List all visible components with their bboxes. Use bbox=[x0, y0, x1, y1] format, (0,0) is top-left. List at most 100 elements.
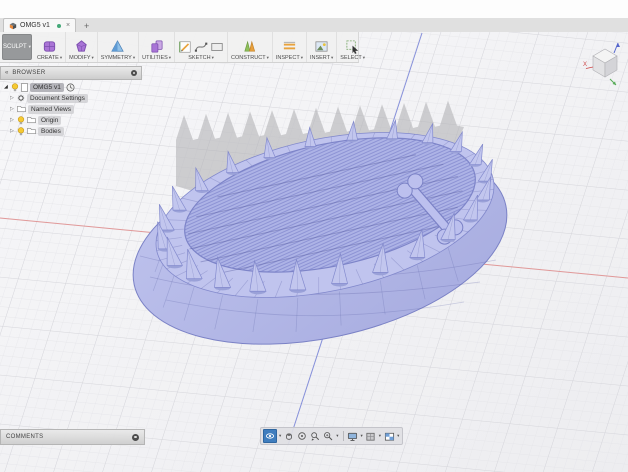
browser-panel: « BROWSER ◢ OMG5 v1 ▷ Document Settings … bbox=[0, 66, 142, 136]
tree-row-root[interactable]: ◢ OMG5 v1 bbox=[4, 82, 142, 92]
chevron-down-icon: ▾ bbox=[266, 55, 269, 60]
x-axis-label: X bbox=[583, 62, 587, 68]
comment-icon[interactable] bbox=[132, 433, 139, 441]
zoom-magnifier-icon bbox=[324, 432, 333, 441]
sketch-rectangle-icon[interactable] bbox=[210, 40, 224, 54]
tab-title: OMG5 v1 bbox=[20, 22, 50, 29]
folder-icon bbox=[17, 105, 26, 113]
pan-hand-icon bbox=[286, 433, 293, 440]
toolbar-group-create[interactable]: CREATE ▾ bbox=[34, 32, 65, 62]
select-cursor-icon[interactable] bbox=[345, 39, 360, 54]
tree-row-document-settings[interactable]: ▷ Document Settings bbox=[10, 93, 142, 103]
tree-item-label[interactable]: Document Settings bbox=[27, 93, 88, 103]
folder-icon bbox=[27, 116, 36, 124]
viewport-canvas[interactable]: SCULPT ▾ CREATE ▾ MODIFY ▾ SYMMETRY ▾ UT… bbox=[0, 32, 628, 472]
chevron-down-icon: ▾ bbox=[362, 55, 365, 60]
insert-image-icon[interactable] bbox=[314, 39, 329, 54]
grid-snaps-button[interactable] bbox=[365, 430, 377, 442]
display-settings-button[interactable] bbox=[347, 430, 359, 442]
disclosure-icon[interactable]: ▷ bbox=[10, 106, 15, 112]
comments-bar[interactable]: COMMENTS bbox=[0, 429, 145, 445]
construct-label: CONSTRUCT bbox=[231, 55, 266, 61]
grid-icon bbox=[366, 432, 375, 441]
utilities-icon[interactable] bbox=[149, 39, 164, 54]
orbit-tool-button[interactable] bbox=[263, 429, 277, 443]
symmetry-cone-icon[interactable] bbox=[110, 39, 125, 54]
chevron-down-icon[interactable]: ▾ bbox=[279, 433, 281, 439]
chevron-down-icon: ▾ bbox=[300, 55, 303, 60]
chevron-down-icon: ▾ bbox=[91, 55, 94, 60]
z-arrowhead bbox=[616, 43, 620, 47]
fusion-window: OMG5 v1 × + SCULPT ▾ CREATE ▾ MODIFY ▾ S… bbox=[0, 0, 628, 472]
toolbar-group-select[interactable]: SELECT ▾ bbox=[336, 32, 368, 62]
tree-row-named-views[interactable]: ▷ Named Views bbox=[10, 104, 142, 114]
modify-label: MODIFY bbox=[69, 55, 91, 61]
browser-tree: ◢ OMG5 v1 ▷ Document Settings ▷ Named Vi… bbox=[0, 80, 142, 136]
toolbar-group-symmetry[interactable]: SYMMETRY ▾ bbox=[96, 32, 138, 62]
symmetry-label: SYMMETRY bbox=[100, 55, 132, 61]
chevron-down-icon[interactable]: ▾ bbox=[336, 433, 338, 439]
pan-tool-button[interactable] bbox=[283, 430, 295, 442]
chevron-down-icon[interactable]: ▾ bbox=[361, 433, 363, 439]
window-titlebar bbox=[0, 0, 628, 18]
browser-title: BROWSER bbox=[12, 70, 46, 76]
disclosure-icon[interactable]: ▷ bbox=[10, 117, 15, 123]
look-at-icon bbox=[298, 432, 307, 440]
tree-item-label[interactable]: Bodies bbox=[38, 126, 64, 136]
document-tabstrip: OMG5 v1 × + bbox=[0, 18, 628, 33]
tree-item-label[interactable]: Named Views bbox=[28, 104, 74, 114]
sculpt-mode-button[interactable]: SCULPT ▾ bbox=[2, 34, 32, 60]
zoom-window-button[interactable] bbox=[309, 430, 321, 442]
tree-item-label[interactable]: Origin bbox=[38, 115, 62, 125]
toolbar-group-inspect[interactable]: INSPECT ▾ bbox=[271, 32, 306, 62]
root-component-label[interactable]: OMG5 v1 bbox=[30, 82, 64, 92]
toolbar-group-utilities[interactable]: UTILITIES ▾ bbox=[138, 32, 174, 62]
zoom-window-icon bbox=[311, 432, 320, 441]
gear-icon bbox=[17, 94, 25, 102]
disclosure-icon[interactable]: ▷ bbox=[10, 128, 15, 134]
history-clock-icon[interactable] bbox=[66, 83, 75, 92]
navigation-bar: ▾ ▾ ▾ ▾ ▾ bbox=[260, 427, 404, 445]
toolbar-group-construct[interactable]: CONSTRUCT ▾ bbox=[227, 32, 272, 62]
zoom-button[interactable] bbox=[322, 430, 334, 442]
document-tab[interactable]: OMG5 v1 × bbox=[3, 18, 77, 32]
toolbar-group-insert[interactable]: INSERT ▾ bbox=[305, 32, 336, 62]
create-box-icon[interactable] bbox=[42, 39, 57, 54]
browser-filter-icon[interactable] bbox=[131, 70, 137, 76]
inspect-label: INSPECT bbox=[275, 55, 300, 61]
sketch-spline-icon[interactable] bbox=[194, 40, 208, 54]
disclosure-icon[interactable]: ▷ bbox=[10, 95, 15, 101]
inspect-measure-icon[interactable] bbox=[282, 39, 297, 54]
fusion-logo-icon bbox=[9, 22, 17, 29]
x-axis-tick bbox=[585, 66, 594, 69]
browser-header: « BROWSER bbox=[0, 66, 142, 80]
toolbar-group-modify[interactable]: MODIFY ▾ bbox=[65, 32, 97, 62]
tree-row-origin[interactable]: ▷ Origin bbox=[10, 115, 142, 125]
new-tab-button[interactable]: + bbox=[84, 21, 89, 31]
modify-gem-icon[interactable] bbox=[74, 39, 89, 54]
visibility-bulb-icon[interactable] bbox=[17, 115, 25, 125]
chevron-down-icon[interactable]: ▾ bbox=[397, 433, 399, 439]
viewcube[interactable]: X bbox=[583, 40, 625, 88]
construct-planes-icon[interactable] bbox=[242, 39, 257, 54]
toolbar-group-sketch[interactable]: SKETCH ▾ bbox=[174, 32, 227, 62]
visibility-bulb-icon[interactable] bbox=[17, 126, 25, 136]
saved-indicator bbox=[56, 23, 61, 28]
main-toolbar: SCULPT ▾ CREATE ▾ MODIFY ▾ SYMMETRY ▾ UT… bbox=[0, 32, 365, 63]
sculpt-mode-label: SCULPT bbox=[3, 44, 27, 50]
close-tab-icon[interactable]: × bbox=[66, 22, 70, 29]
insert-label: INSERT bbox=[309, 55, 331, 61]
tree-row-bodies[interactable]: ▷ Bodies bbox=[10, 126, 142, 136]
sketch-pencil-icon[interactable] bbox=[178, 40, 192, 54]
visibility-bulb-icon[interactable] bbox=[11, 82, 19, 92]
chevron-down-icon: ▾ bbox=[28, 44, 31, 49]
viewports-button[interactable] bbox=[383, 430, 395, 442]
navbar-separator bbox=[342, 431, 344, 441]
document-icon bbox=[21, 82, 28, 92]
orbit-active-icon bbox=[265, 433, 275, 439]
collapse-panel-icon[interactable]: « bbox=[5, 70, 8, 76]
create-label: CREATE bbox=[36, 55, 59, 61]
look-at-button[interactable] bbox=[296, 430, 308, 442]
expand-icon[interactable]: ◢ bbox=[4, 84, 9, 90]
chevron-down-icon[interactable]: ▾ bbox=[379, 433, 381, 439]
